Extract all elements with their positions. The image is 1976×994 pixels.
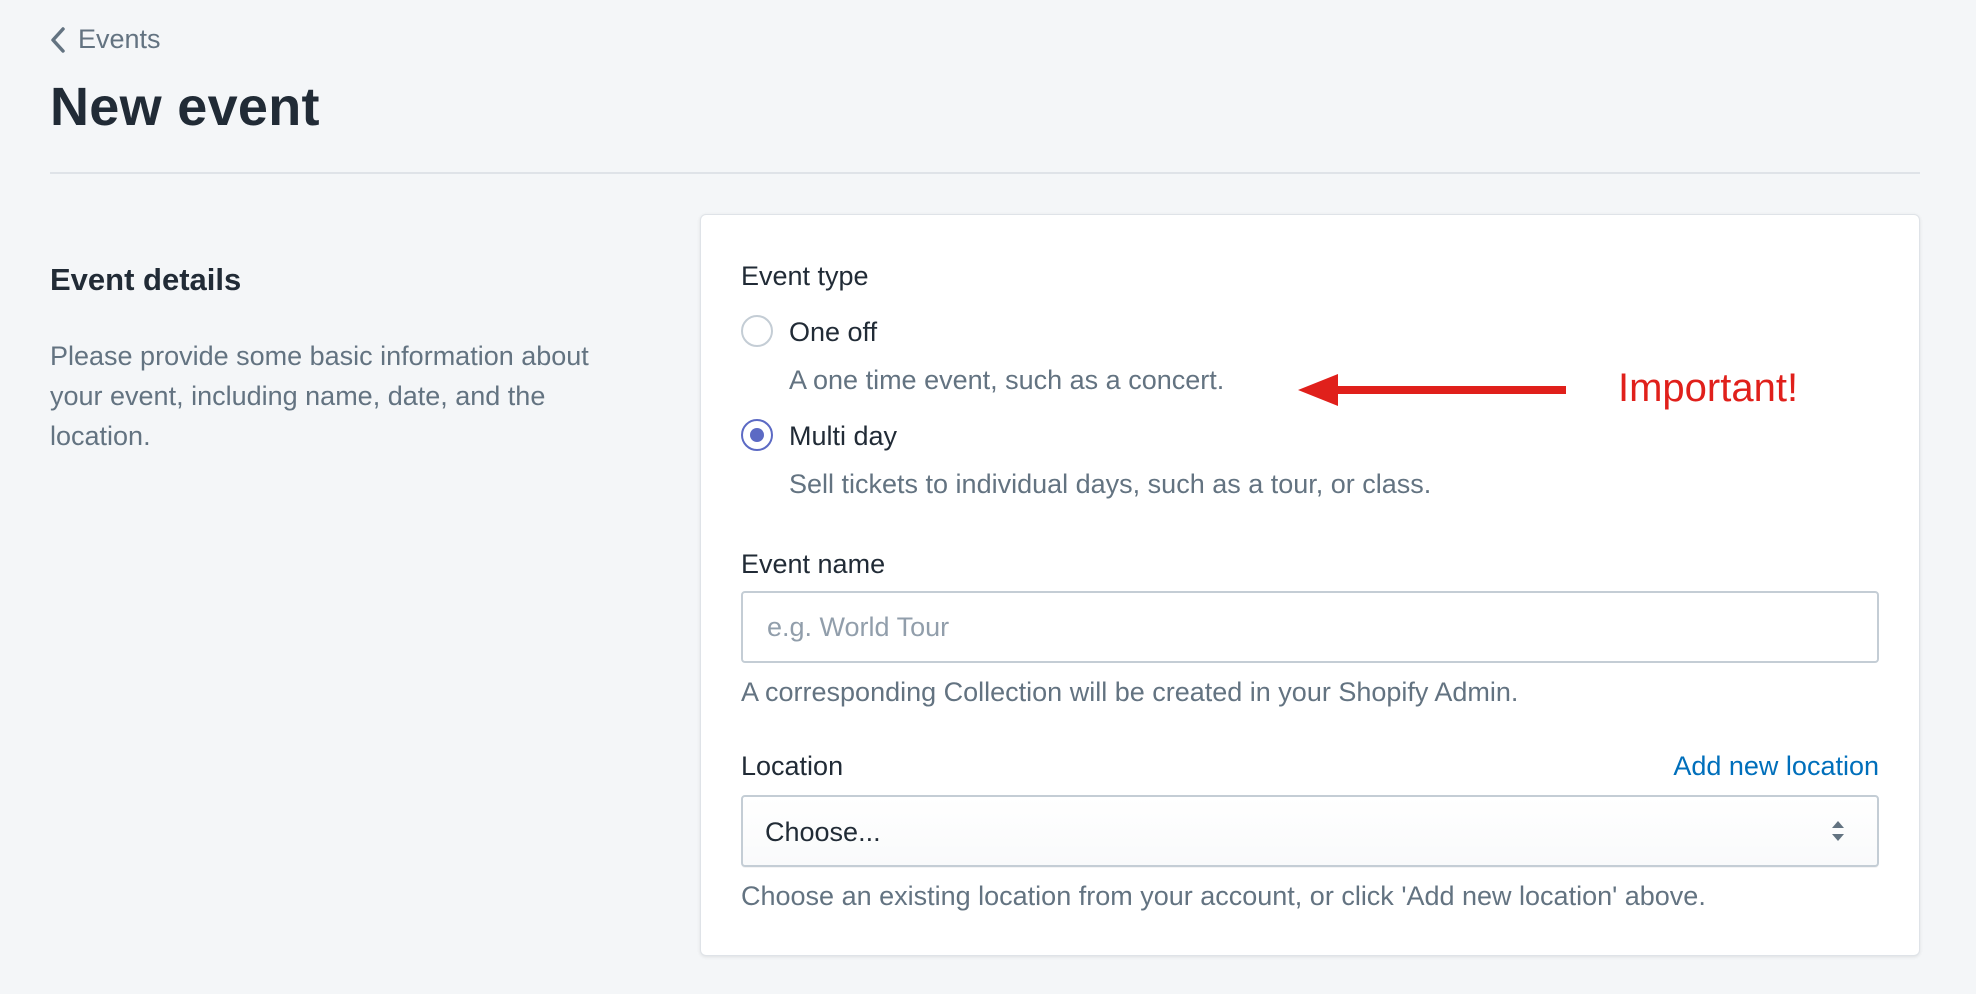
breadcrumb-label: Events xyxy=(78,24,161,54)
radio-multi-day-help: Sell tickets to individual days, such as… xyxy=(789,469,1432,499)
location-label: Location xyxy=(741,751,844,781)
chevron-left-icon xyxy=(50,26,66,53)
location-help: Choose an existing location from your ac… xyxy=(741,881,1706,911)
page: Events New event Event details Please pr… xyxy=(0,0,1976,994)
section-title: Event details xyxy=(50,262,242,297)
add-new-location-link[interactable]: Add new location xyxy=(1673,751,1879,782)
header-divider xyxy=(50,172,1920,174)
radio-multi-day-label[interactable]: Multi day xyxy=(789,421,897,452)
event-name-help: A corresponding Collection will be creat… xyxy=(741,677,1519,707)
select-arrows-icon xyxy=(1831,819,1845,848)
event-type-label: Event type xyxy=(741,261,869,291)
page-title: New event xyxy=(50,77,320,137)
event-name-label: Event name xyxy=(741,549,886,579)
location-select[interactable]: Choose... xyxy=(741,795,1879,867)
location-select-value: Choose... xyxy=(765,817,881,847)
breadcrumb-back-link[interactable]: Events xyxy=(50,24,161,55)
event-name-input[interactable] xyxy=(741,591,1879,663)
radio-one-off-help: A one time event, such as a concert. xyxy=(789,365,1225,395)
section-description: Please provide some basic information ab… xyxy=(50,341,589,451)
important-annotation: Important! xyxy=(1618,366,1799,410)
radio-one-off[interactable] xyxy=(741,315,773,347)
radio-multi-day[interactable] xyxy=(741,419,773,451)
event-details-card: Event type One off A one time event, suc… xyxy=(700,214,1920,956)
radio-one-off-label[interactable]: One off xyxy=(789,317,877,348)
arrow-left-icon xyxy=(1298,370,1566,415)
